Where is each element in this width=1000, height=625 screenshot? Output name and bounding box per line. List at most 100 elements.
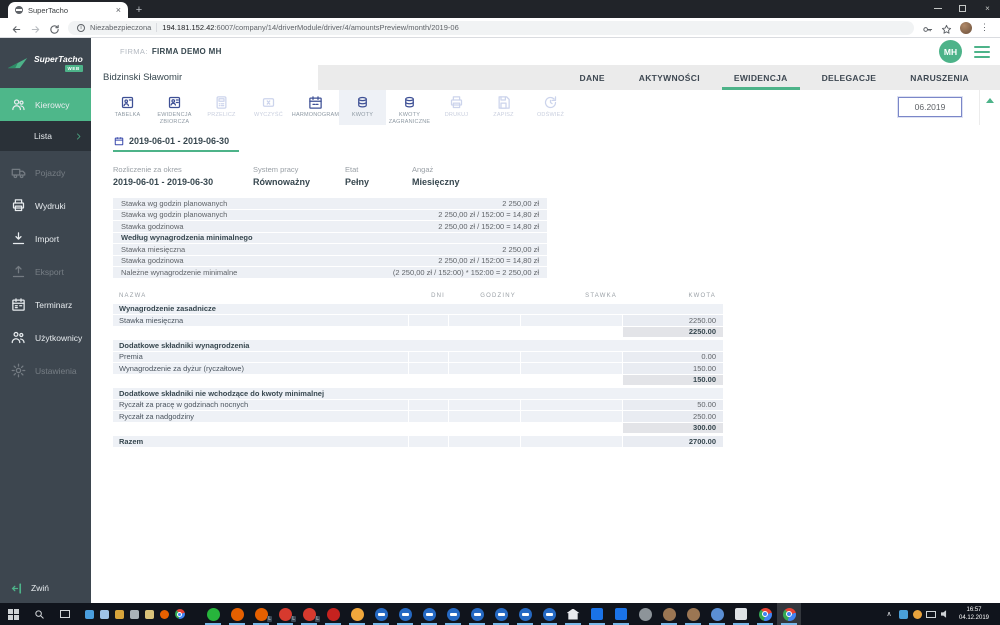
taskbar-firefox-2-icon[interactable]: L xyxy=(249,603,273,625)
scroll-up-arrow-icon[interactable] xyxy=(986,98,994,103)
cell-dni xyxy=(409,436,448,447)
taskbar-firefox-icon[interactable] xyxy=(225,603,249,625)
taskbar-teamviewer-7-icon[interactable] xyxy=(513,603,537,625)
browser-tab-strip: SuperTacho × + × xyxy=(0,0,1000,18)
hamburger-menu-icon[interactable] xyxy=(974,45,990,58)
subtotal-kwota: 2250.00 xyxy=(623,326,723,337)
tray-display-icon[interactable] xyxy=(924,603,938,625)
taskbar-gimp-icon[interactable] xyxy=(657,603,681,625)
url-bar[interactable]: i Niezabezpieczona 194.181.152.42:6007/c… xyxy=(68,20,914,35)
taskbar-thunderbird-icon[interactable]: L xyxy=(273,603,297,625)
task-view-button[interactable] xyxy=(52,603,78,625)
tray-app-icon[interactable] xyxy=(896,603,910,625)
taskbar-chrome-icon[interactable] xyxy=(753,603,777,625)
tab-naruszenia[interactable]: NARUSZENIA xyxy=(893,65,986,90)
drukuj-button[interactable]: DRUKUJ xyxy=(433,90,480,125)
taskbar-firefox-small-icon[interactable] xyxy=(157,603,172,625)
ewidencja-zbiorcza-button[interactable]: EWIDENCJA ZBIORCZA xyxy=(151,90,198,125)
back-icon[interactable] xyxy=(11,22,22,33)
taskbar-teamviewer-sq-2-icon[interactable] xyxy=(609,603,633,625)
taskbar-storage-icon[interactable] xyxy=(112,603,127,625)
przelicz-button[interactable]: PRZELICZ xyxy=(198,90,245,125)
harmonogram-button[interactable]: HARMONOGRAM xyxy=(292,90,339,125)
sidebar-item-terminarz[interactable]: Terminarz xyxy=(0,288,91,321)
browser-tab[interactable]: SuperTacho × xyxy=(8,2,128,18)
toolbar-button-label: ODŚWIEŻ xyxy=(536,112,565,118)
taskbar-teamviewer-sq-1-icon[interactable] xyxy=(585,603,609,625)
info-icon[interactable]: i xyxy=(77,23,85,32)
taskbar-app-blue-icon[interactable] xyxy=(705,603,729,625)
period-range-tab[interactable]: 2019-06-01 - 2019-06-30 xyxy=(113,133,240,152)
taskbar-teamviewer-3-icon[interactable] xyxy=(417,603,441,625)
tab-aktywnosci[interactable]: AKTYWNOŚCI xyxy=(622,65,717,90)
odswiez-button[interactable]: ODŚWIEŻ xyxy=(527,90,574,125)
taskbar-teamviewer-6-icon[interactable] xyxy=(489,603,513,625)
taskbar-teamviewer-5-icon[interactable] xyxy=(465,603,489,625)
taskbar-app-red-icon[interactable] xyxy=(321,603,345,625)
sidebar-item-import[interactable]: Import xyxy=(0,222,91,255)
maximize-button[interactable] xyxy=(950,0,975,17)
tab-delegacje[interactable]: DELEGACJE xyxy=(805,65,894,90)
taskbar-media-icon[interactable] xyxy=(127,603,142,625)
period-info: Rozliczenie za okres 2019-06-01 - 2019-0… xyxy=(113,165,1000,187)
driver-name-tab[interactable]: Bidzinski Sławomir xyxy=(91,65,318,90)
subtotal-kwota: 150.00 xyxy=(623,374,723,385)
taskbar-teamviewer-4-icon[interactable] xyxy=(441,603,465,625)
taskbar-notes-icon[interactable] xyxy=(729,603,753,625)
taskbar-mail-icon[interactable] xyxy=(82,603,97,625)
zapisz-button[interactable]: ZAPISZ xyxy=(480,90,527,125)
sidebar-collapse-button[interactable]: Zwiń xyxy=(0,573,91,603)
taskbar-clock[interactable]: 16:57 04.12.2019 xyxy=(952,606,1000,622)
cell-dni xyxy=(409,399,448,410)
sidebar-item-uzytkownicy[interactable]: Użytkownicy xyxy=(0,321,91,354)
sidebar-menu: Kierowcy Lista Pojazdy Wydruki Import Eksport… xyxy=(0,88,91,387)
tabelka-button[interactable]: TABELKA xyxy=(104,90,151,125)
browser-profile-avatar[interactable] xyxy=(960,21,972,34)
sidebar-item-wydruki[interactable]: Wydruki xyxy=(0,189,91,222)
taskbar-gimp-2-icon[interactable] xyxy=(681,603,705,625)
taskbar-display-icon[interactable] xyxy=(97,603,112,625)
tab-dane[interactable]: DANE xyxy=(563,65,622,90)
month-input[interactable]: 06.2019 xyxy=(898,97,962,117)
start-button[interactable] xyxy=(0,603,26,625)
forward-icon[interactable] xyxy=(30,22,41,33)
kwoty-button[interactable]: KWOTY xyxy=(339,90,386,125)
rates-section-row: Według wynagrodzenia minimalnego xyxy=(113,232,547,243)
bookmark-star-icon[interactable] xyxy=(941,22,952,34)
sidebar-item-pojazdy[interactable]: Pojazdy xyxy=(0,156,91,189)
close-button[interactable]: × xyxy=(975,0,1000,17)
sidebar-item-ustawienia[interactable]: Ustawienia xyxy=(0,354,91,387)
taskbar-app-globe-icon[interactable] xyxy=(633,603,657,625)
minimize-button[interactable] xyxy=(925,0,950,17)
taskbar-files-icon[interactable] xyxy=(142,603,157,625)
taskbar-whatsapp-icon[interactable] xyxy=(201,603,225,625)
reload-icon[interactable] xyxy=(49,22,60,34)
sidebar-item-lista[interactable]: Lista xyxy=(0,121,91,151)
taskbar-home-icon[interactable] xyxy=(561,603,585,625)
tab-close-icon[interactable]: × xyxy=(116,5,121,15)
taskbar-teamviewer-2-icon[interactable] xyxy=(393,603,417,625)
taskbar-chrome-small-icon[interactable] xyxy=(172,603,187,625)
taskbar-teamviewer-8-icon[interactable] xyxy=(537,603,561,625)
kwoty-zagraniczne-button[interactable]: KWOTY ZAGRANICZNE xyxy=(386,90,433,125)
tray-chevron-up-icon[interactable]: ∧ xyxy=(882,610,896,618)
taskbar-app-orange-icon[interactable] xyxy=(345,603,369,625)
new-tab-button[interactable]: + xyxy=(128,3,150,18)
taskbar-teamviewer-1-icon[interactable] xyxy=(369,603,393,625)
password-key-icon[interactable] xyxy=(922,22,933,33)
browser-menu-icon[interactable]: ⋮ xyxy=(980,22,989,33)
user-avatar[interactable]: MH xyxy=(939,40,962,63)
chevron-right-icon xyxy=(74,132,83,141)
taskbar-thunderbird-2-icon[interactable]: L xyxy=(297,603,321,625)
sidebar-item-eksport[interactable]: Eksport xyxy=(0,255,91,288)
taskbar-search-icon[interactable] xyxy=(26,603,52,625)
taskbar-apps: LLL xyxy=(201,603,801,625)
tray-weather-icon[interactable] xyxy=(910,603,924,625)
rates-row: Stawka miesięczna 2 250,00 zł xyxy=(113,244,547,255)
sidebar-item-kierowcy[interactable]: Kierowcy xyxy=(0,88,91,121)
tab-ewidencja[interactable]: EWIDENCJA xyxy=(717,65,805,90)
wyczysc-button[interactable]: WYCZYŚĆ xyxy=(245,90,292,125)
taskbar-chrome-2-icon[interactable] xyxy=(777,603,801,625)
tray-volume-icon[interactable] xyxy=(938,603,952,625)
rates-label: Stawka godzinowa xyxy=(121,256,184,266)
